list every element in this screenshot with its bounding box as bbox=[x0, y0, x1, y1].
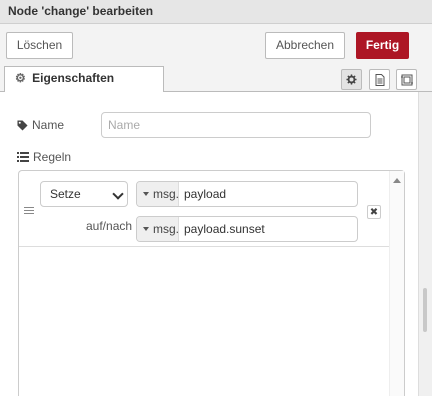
chevron-down-icon bbox=[112, 188, 124, 200]
rule-row: Setze msg. payload auf/nach msg. payload… bbox=[19, 171, 389, 247]
close-icon: ✖ bbox=[369, 206, 379, 218]
tab-properties-label: Eigenschaften bbox=[32, 71, 115, 85]
panel-scroll-thumb[interactable] bbox=[423, 288, 427, 332]
properties-panel: Name Regeln Setze msg. payload bbox=[0, 92, 418, 396]
name-label: Name bbox=[17, 118, 64, 132]
caret-down-icon bbox=[143, 192, 149, 196]
delete-button[interactable]: Löschen bbox=[6, 32, 73, 59]
drag-handle-icon[interactable] bbox=[24, 207, 34, 214]
panel-scrollbar[interactable] bbox=[418, 92, 432, 396]
description-tab-button[interactable] bbox=[369, 69, 390, 90]
done-button[interactable]: Fertig bbox=[356, 32, 409, 59]
source-type-label: msg. bbox=[153, 222, 180, 236]
list-icon bbox=[17, 152, 29, 162]
remove-rule-button[interactable]: ✖ bbox=[367, 205, 381, 219]
scroll-up-arrow-icon[interactable] bbox=[393, 178, 401, 183]
to-label: auf/nach bbox=[86, 219, 133, 233]
settings-tab-button[interactable] bbox=[341, 69, 362, 90]
tag-icon bbox=[17, 119, 28, 131]
target-property-value: payload bbox=[184, 187, 227, 201]
frame-icon bbox=[400, 74, 413, 85]
source-value: payload.sunset bbox=[184, 222, 265, 236]
target-type-selector[interactable]: msg. bbox=[137, 182, 179, 206]
action-select-value: Setze bbox=[50, 187, 81, 201]
caret-down-icon bbox=[143, 227, 149, 231]
dialog-title: Node 'change' bearbeiten bbox=[0, 0, 432, 24]
dialog-toolbar: Löschen Abbrechen Fertig bbox=[0, 24, 432, 64]
cancel-button[interactable]: Abbrechen bbox=[265, 32, 345, 59]
source-value-input[interactable]: msg. payload.sunset bbox=[136, 216, 358, 242]
target-type-label: msg. bbox=[153, 187, 180, 201]
rules-label-text: Regeln bbox=[33, 150, 72, 164]
rules-label: Regeln bbox=[17, 150, 71, 164]
gear-icon bbox=[346, 74, 357, 85]
action-select[interactable]: Setze bbox=[40, 181, 128, 207]
rules-list-scrollbar[interactable] bbox=[389, 171, 404, 396]
appearance-tab-button[interactable] bbox=[396, 69, 417, 90]
tab-properties[interactable]: ⚙ Eigenschaften bbox=[4, 66, 164, 93]
name-label-text: Name bbox=[32, 118, 65, 132]
gear-icon: ⚙ bbox=[15, 71, 26, 85]
document-icon bbox=[375, 73, 384, 86]
name-input[interactable] bbox=[101, 112, 371, 138]
rules-list: Setze msg. payload auf/nach msg. payload… bbox=[18, 170, 405, 396]
target-property-input[interactable]: msg. payload bbox=[136, 181, 358, 207]
tab-bar: ⚙ Eigenschaften bbox=[0, 64, 432, 93]
source-type-selector[interactable]: msg. bbox=[137, 217, 179, 241]
